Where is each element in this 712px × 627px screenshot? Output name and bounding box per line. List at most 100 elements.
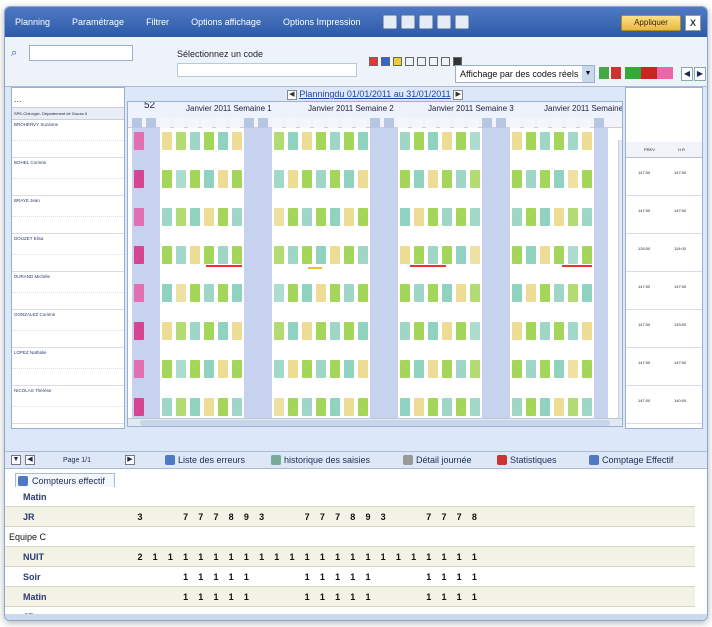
shift-cell[interactable] bbox=[512, 360, 522, 378]
shift-cell[interactable] bbox=[470, 208, 480, 226]
shift-cell[interactable] bbox=[428, 246, 438, 264]
shift-cell[interactable] bbox=[540, 170, 550, 188]
shift-cell[interactable] bbox=[372, 170, 382, 188]
shift-cell[interactable] bbox=[344, 170, 354, 188]
shift-cell[interactable] bbox=[330, 398, 340, 416]
refresh-icon[interactable] bbox=[400, 15, 415, 29]
shift-cell[interactable] bbox=[232, 246, 242, 264]
shift-cell[interactable] bbox=[414, 246, 424, 264]
shift-cell[interactable] bbox=[582, 398, 592, 416]
shift-cell[interactable] bbox=[260, 170, 270, 188]
shift-cell[interactable] bbox=[470, 284, 480, 302]
shift-cell[interactable] bbox=[526, 246, 536, 264]
shift-cell[interactable] bbox=[372, 132, 382, 150]
shift-cell[interactable] bbox=[484, 398, 494, 416]
settings-icon[interactable] bbox=[454, 15, 469, 29]
shift-cell[interactable] bbox=[344, 208, 354, 226]
shift-cell[interactable] bbox=[414, 322, 424, 340]
shift-cell[interactable] bbox=[540, 398, 550, 416]
shift-cell[interactable] bbox=[330, 322, 340, 340]
shift-cell[interactable] bbox=[148, 322, 158, 340]
shift-cell[interactable] bbox=[512, 208, 522, 226]
shift-cell[interactable] bbox=[218, 170, 228, 188]
shift-cell[interactable] bbox=[596, 132, 606, 150]
shift-cell[interactable] bbox=[484, 360, 494, 378]
shift-cell[interactable] bbox=[596, 360, 606, 378]
shift-cell[interactable] bbox=[526, 132, 536, 150]
shift-cell[interactable] bbox=[134, 398, 144, 416]
shift-cell[interactable] bbox=[456, 170, 466, 188]
menu-planning[interactable]: Planning bbox=[15, 17, 50, 27]
shift-cell[interactable] bbox=[204, 398, 214, 416]
shift-cell[interactable] bbox=[358, 398, 368, 416]
shift-cell[interactable] bbox=[596, 398, 606, 416]
shift-cell[interactable] bbox=[302, 322, 312, 340]
shift-cell[interactable] bbox=[372, 360, 382, 378]
employee-row[interactable]: NICOLAS Thérèse bbox=[12, 386, 124, 424]
shift-cell[interactable] bbox=[526, 170, 536, 188]
shift-cell[interactable] bbox=[400, 246, 410, 264]
shift-cell[interactable] bbox=[484, 246, 494, 264]
shift-cell[interactable] bbox=[148, 170, 158, 188]
page-icon[interactable] bbox=[382, 15, 397, 29]
shift-cell[interactable] bbox=[512, 398, 522, 416]
shift-cell[interactable] bbox=[386, 360, 396, 378]
shift-cell[interactable] bbox=[190, 322, 200, 340]
shift-cell[interactable] bbox=[526, 284, 536, 302]
shift-cell[interactable] bbox=[582, 284, 592, 302]
shift-cell[interactable] bbox=[372, 322, 382, 340]
shift-cell[interactable] bbox=[204, 170, 214, 188]
shift-cell[interactable] bbox=[302, 170, 312, 188]
shift-cell[interactable] bbox=[358, 170, 368, 188]
shift-cell[interactable] bbox=[498, 132, 508, 150]
shift-cell[interactable] bbox=[428, 132, 438, 150]
shift-cell[interactable] bbox=[218, 246, 228, 264]
shift-cell[interactable] bbox=[400, 208, 410, 226]
shift-cell[interactable] bbox=[302, 360, 312, 378]
shift-cell[interactable] bbox=[246, 360, 256, 378]
shift-cell[interactable] bbox=[400, 322, 410, 340]
shift-cell[interactable] bbox=[176, 246, 186, 264]
shift-cell[interactable] bbox=[162, 170, 172, 188]
shift-cell[interactable] bbox=[386, 208, 396, 226]
shift-cell[interactable] bbox=[344, 246, 354, 264]
shift-cell[interactable] bbox=[204, 246, 214, 264]
shift-cell[interactable] bbox=[344, 398, 354, 416]
shift-cell[interactable] bbox=[568, 284, 578, 302]
apply-button[interactable]: Appliquer bbox=[621, 15, 681, 31]
shift-cell[interactable] bbox=[582, 132, 592, 150]
shift-cell[interactable] bbox=[274, 208, 284, 226]
shift-cell[interactable] bbox=[414, 360, 424, 378]
shift-cell[interactable] bbox=[302, 284, 312, 302]
shift-cell[interactable] bbox=[512, 322, 522, 340]
shift-cell[interactable] bbox=[540, 284, 550, 302]
display-select[interactable]: Affichage par des codes réels ▼ bbox=[455, 65, 595, 83]
bottom-scrollbar[interactable] bbox=[5, 614, 707, 620]
shift-cell[interactable] bbox=[372, 208, 382, 226]
shift-cell[interactable] bbox=[484, 322, 494, 340]
shift-cell[interactable] bbox=[190, 170, 200, 188]
shift-cell[interactable] bbox=[218, 322, 228, 340]
shift-cell[interactable] bbox=[456, 322, 466, 340]
shift-cell[interactable] bbox=[288, 246, 298, 264]
shift-cell[interactable] bbox=[232, 132, 242, 150]
shift-cell[interactable] bbox=[442, 132, 452, 150]
shift-cell[interactable] bbox=[456, 246, 466, 264]
shift-cell[interactable] bbox=[568, 132, 578, 150]
shift-cell[interactable] bbox=[442, 208, 452, 226]
shift-cell[interactable] bbox=[512, 284, 522, 302]
shift-cell[interactable] bbox=[554, 360, 564, 378]
shift-cell[interactable] bbox=[288, 208, 298, 226]
shift-cell[interactable] bbox=[260, 246, 270, 264]
shift-cell[interactable] bbox=[190, 132, 200, 150]
shift-cell[interactable] bbox=[274, 322, 284, 340]
shift-cell[interactable] bbox=[568, 322, 578, 340]
shift-cell[interactable] bbox=[526, 360, 536, 378]
shift-cell[interactable] bbox=[246, 208, 256, 226]
shift-cell[interactable] bbox=[484, 132, 494, 150]
shift-cell[interactable] bbox=[386, 170, 396, 188]
shift-cell[interactable] bbox=[526, 398, 536, 416]
shift-cell[interactable] bbox=[176, 170, 186, 188]
shift-cell[interactable] bbox=[274, 170, 284, 188]
shift-cell[interactable] bbox=[232, 322, 242, 340]
